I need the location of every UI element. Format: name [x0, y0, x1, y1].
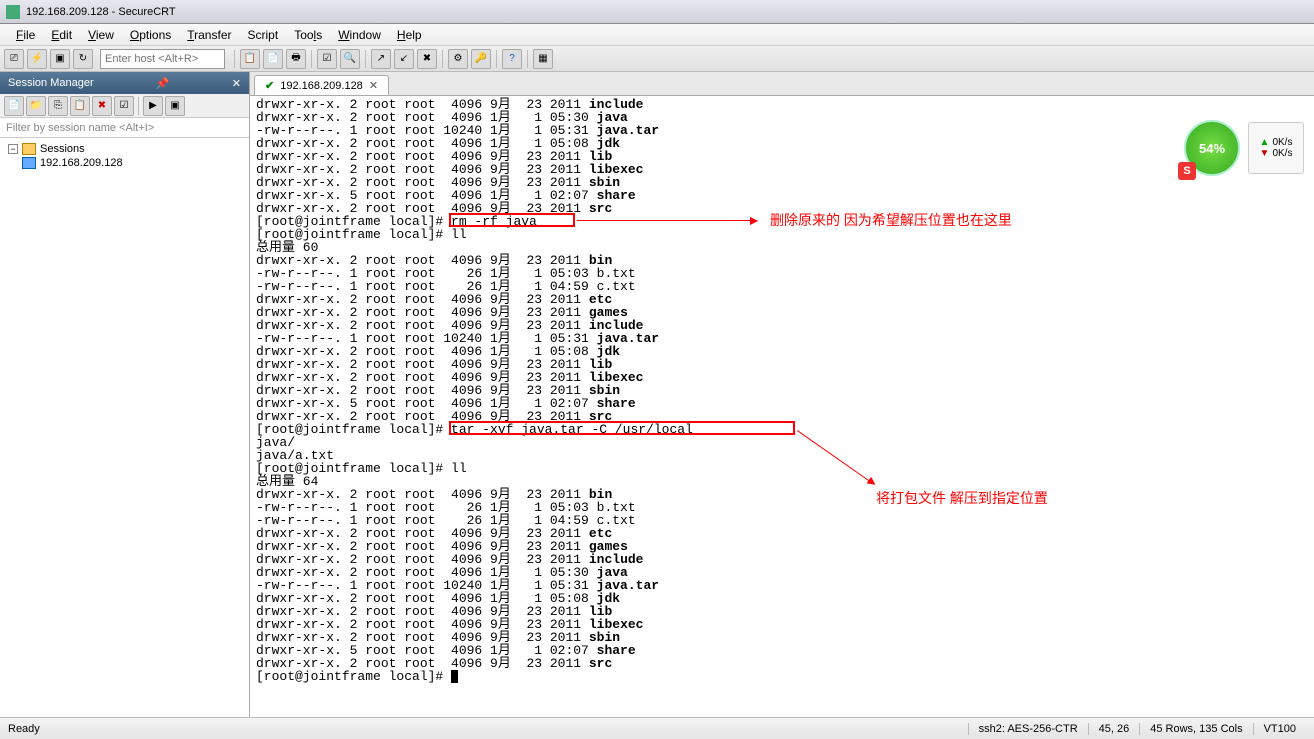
pin-icon[interactable]: 📌	[156, 77, 170, 90]
terminal-line: [root@jointframe local]# ll	[256, 462, 1308, 475]
separator-icon	[138, 97, 139, 115]
sm-connect-icon[interactable]: ▶	[143, 96, 163, 116]
session-manager-panel: Session Manager 📌 ✕ 📄 📁 ⎘ 📋 ✖ ☑ ▶ ▣ Filt…	[0, 72, 250, 717]
terminal-area: ✔ 192.168.209.128 ✕ drwxr-xr-x. 2 root r…	[250, 72, 1314, 717]
tb-connect-icon[interactable]: ⎚	[4, 49, 24, 69]
tree-root-label: Sessions	[40, 143, 85, 155]
down-icon: ▼	[1260, 148, 1270, 159]
annotation-box	[449, 421, 795, 435]
tb-key-icon[interactable]: 🔑	[471, 49, 491, 69]
tb-copy-icon[interactable]: 📋	[240, 49, 260, 69]
status-size: 45 Rows, 135 Cols	[1139, 723, 1252, 735]
status-ready: Ready	[8, 723, 968, 735]
tb-stop-icon[interactable]: ✖	[417, 49, 437, 69]
sm-tab-icon[interactable]: ▣	[165, 96, 185, 116]
menubar: File Edit View Options Transfer Script T…	[0, 24, 1314, 46]
terminal[interactable]: drwxr-xr-x. 2 root root 4096 9月 23 2011 …	[250, 96, 1314, 717]
annotation-arrow-icon	[577, 220, 757, 221]
tabstrip: ✔ 192.168.209.128 ✕	[250, 72, 1314, 96]
menu-view[interactable]: View	[80, 26, 122, 44]
menu-help[interactable]: Help	[389, 26, 430, 44]
annotation-box	[449, 213, 575, 227]
menu-script[interactable]: Script	[240, 26, 287, 44]
tb-reconnect-icon[interactable]: ↻	[73, 49, 93, 69]
tb-tab-icon[interactable]: ▣	[50, 49, 70, 69]
menu-window[interactable]: Window	[330, 26, 389, 44]
toolbar-main: ⎚ ⚡ ▣ ↻ 📋 📄 🖶 ☑ 🔍 ↗ ↙ ✖ ⚙ 🔑 ? ▦	[0, 46, 1314, 72]
tb-properties-icon[interactable]: ☑	[317, 49, 337, 69]
sm-folder-icon[interactable]: 📁	[26, 96, 46, 116]
session-manager-title: Session Manager	[8, 77, 94, 89]
annotation-text: 将打包文件 解压到指定位置	[876, 488, 1048, 508]
sm-props-icon[interactable]: ☑	[114, 96, 134, 116]
tb-find-icon[interactable]: 🔍	[340, 49, 360, 69]
tree-root[interactable]: − Sessions	[8, 142, 241, 156]
app-icon	[6, 5, 20, 19]
collapse-icon[interactable]: −	[8, 144, 18, 154]
check-icon: ✔	[265, 79, 274, 92]
menu-transfer[interactable]: Transfer	[179, 26, 239, 44]
tab-active[interactable]: ✔ 192.168.209.128 ✕	[254, 75, 389, 95]
titlebar: 192.168.209.128 - SecureCRT	[0, 0, 1314, 24]
close-icon[interactable]: ✕	[232, 77, 241, 90]
status-term: VT100	[1253, 723, 1306, 735]
menu-file[interactable]: File	[8, 26, 43, 44]
sm-paste-icon[interactable]: 📋	[70, 96, 90, 116]
tab-label: 192.168.209.128	[280, 80, 363, 92]
session-manager-toolbar: 📄 📁 ⎘ 📋 ✖ ☑ ▶ ▣	[0, 94, 249, 118]
separator-icon	[442, 50, 443, 68]
tree-session-label: 192.168.209.128	[40, 157, 123, 169]
sm-new-icon[interactable]: 📄	[4, 96, 24, 116]
folder-icon	[22, 143, 36, 155]
separator-icon	[496, 50, 497, 68]
host-input[interactable]	[100, 49, 225, 69]
tb-print-icon[interactable]: 🖶	[286, 49, 306, 69]
separator-icon	[311, 50, 312, 68]
separator-icon	[365, 50, 366, 68]
tb-paste-icon[interactable]: 📄	[263, 49, 283, 69]
widget-speeds: ▲0K/s ▼0K/s	[1248, 122, 1304, 174]
window-title: 192.168.209.128 - SecureCRT	[26, 6, 176, 18]
menu-options[interactable]: Options	[122, 26, 179, 44]
up-icon: ▲	[1260, 137, 1270, 148]
terminal-line: [root@jointframe local]#	[256, 670, 1308, 683]
menu-tools[interactable]: Tools	[286, 26, 330, 44]
tb-options-icon[interactable]: ⚙	[448, 49, 468, 69]
statusbar: Ready ssh2: AES-256-CTR 45, 26 45 Rows, …	[0, 717, 1314, 739]
session-manager-header: Session Manager 📌 ✕	[0, 72, 249, 94]
widget-badge-icon: S	[1178, 162, 1196, 180]
session-icon	[22, 157, 36, 169]
status-ssh: ssh2: AES-256-CTR	[968, 723, 1088, 735]
widget-percent: 54% S	[1184, 120, 1240, 176]
tb-send-icon[interactable]: ↗	[371, 49, 391, 69]
tb-help-icon[interactable]: ?	[502, 49, 522, 69]
separator-icon	[234, 50, 235, 68]
tb-quick-icon[interactable]: ⚡	[27, 49, 47, 69]
tb-activator-icon[interactable]: ▦	[533, 49, 553, 69]
separator-icon	[527, 50, 528, 68]
status-cursor-pos: 45, 26	[1088, 723, 1140, 735]
session-tree: − Sessions 192.168.209.128	[0, 138, 249, 717]
annotation-text: 删除原来的 因为希望解压位置也在这里	[770, 210, 1012, 230]
sm-delete-icon[interactable]: ✖	[92, 96, 112, 116]
menu-edit[interactable]: Edit	[43, 26, 80, 44]
sm-copy-icon[interactable]: ⎘	[48, 96, 68, 116]
tree-session-item[interactable]: 192.168.209.128	[8, 156, 241, 170]
cursor	[451, 670, 458, 683]
terminal-line: java/	[256, 436, 1308, 449]
network-widget[interactable]: 54% S ▲0K/s ▼0K/s	[1184, 120, 1304, 180]
session-filter[interactable]: Filter by session name <Alt+I>	[0, 118, 249, 138]
tb-recv-icon[interactable]: ↙	[394, 49, 414, 69]
tab-close-icon[interactable]: ✕	[369, 79, 378, 92]
